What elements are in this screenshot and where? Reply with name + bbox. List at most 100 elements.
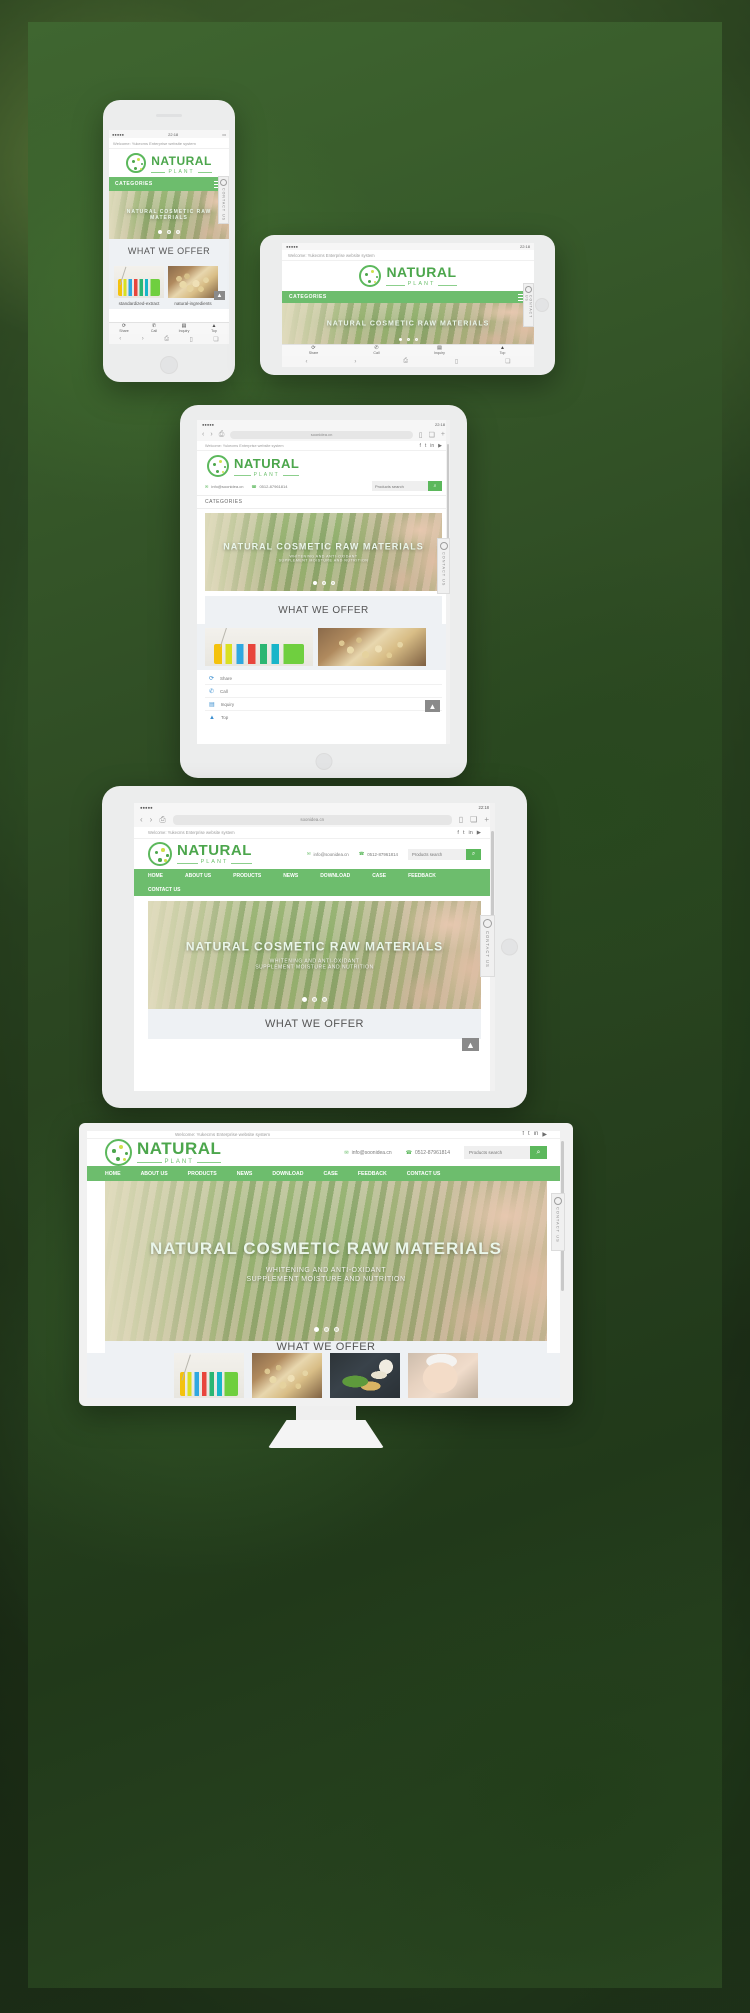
site-logo[interactable]: NATURAL PLANT xyxy=(126,152,212,175)
browser-bookmarks-icon[interactable]: ▯ xyxy=(419,431,423,439)
nav-item-feedback[interactable]: FEEDBACK xyxy=(358,1171,387,1177)
browser-share-icon[interactable]: ⎙ xyxy=(164,336,169,343)
app-toolbar-item-inquiry[interactable]: ▤ Inquiry xyxy=(169,323,199,334)
contact-email[interactable]: ✉ info@soonidea.cn xyxy=(307,851,349,857)
tablet-small-app-toolbar[interactable]: ⟳ Share ✆ Call ▤ Inquiry ▲ Top xyxy=(282,344,534,356)
product-thumb-1[interactable] xyxy=(252,1353,322,1398)
browser-back-icon[interactable]: ‹ xyxy=(202,431,204,438)
desktop-scrollbar[interactable] xyxy=(560,1131,565,1398)
tablet-large-home-button[interactable] xyxy=(501,938,518,956)
browser-forward-icon[interactable]: › xyxy=(150,815,153,824)
nav-item-products[interactable]: PRODUCTS xyxy=(188,1171,217,1177)
youtube-icon[interactable]: ▶ xyxy=(438,443,442,449)
browser-tabs-icon[interactable]: ❏ xyxy=(213,336,218,343)
tablet-portrait-home-button[interactable] xyxy=(315,753,332,770)
site-logo[interactable]: NATURAL PLANT xyxy=(359,264,456,288)
browser-bookmarks-icon[interactable]: ▯ xyxy=(459,815,463,824)
browser-bookmarks-icon[interactable]: ▯ xyxy=(455,358,458,365)
tablet-large-back-to-top[interactable]: ▲ xyxy=(462,1038,479,1051)
desktop-contact-side-tab[interactable]: CONTACT US xyxy=(551,1193,565,1251)
browser-share-icon[interactable]: ⎙ xyxy=(403,358,408,365)
tablet-small-safari-toolbar[interactable]: ‹ › ⎙ ▯ ❏ xyxy=(282,356,534,367)
twitter-icon[interactable]: t xyxy=(528,1131,530,1138)
product-thumb-0[interactable] xyxy=(114,266,164,298)
search-box[interactable]: ⌕ xyxy=(408,848,481,860)
nav-item-products[interactable]: PRODUCTS xyxy=(233,873,261,879)
browser-plus-icon[interactable]: + xyxy=(484,815,489,824)
app-toolbar-item-share[interactable]: ⟳ Share xyxy=(109,323,139,334)
phone-home-button[interactable] xyxy=(160,356,178,374)
tablet-large-browser-bar[interactable]: ‹ › ⎙ soonidea.cn ▯ ❏ + xyxy=(134,812,495,827)
site-logo[interactable]: NATURAL PLANT xyxy=(207,455,299,478)
phone-scrollbar[interactable] xyxy=(227,130,229,344)
phone-hero[interactable]: NATURAL COSMETIC RAW MATERIALS xyxy=(109,191,229,239)
nav-item-download[interactable]: DOWNLOAD xyxy=(320,873,350,879)
browser-url-bar[interactable]: soonidea.cn xyxy=(230,430,413,439)
tablet-portrait-back-to-top[interactable]: ▲ xyxy=(425,700,440,712)
nav-item-home[interactable]: HOME xyxy=(105,1171,121,1177)
nav-item-contact-us[interactable]: CONTACT US xyxy=(148,887,180,893)
browser-forward-icon[interactable]: › xyxy=(142,336,144,342)
browser-share-icon[interactable]: ⎙ xyxy=(159,815,165,825)
tablet-small-contact-side-tab[interactable]: CONTACT US xyxy=(523,283,534,327)
product-thumb-1[interactable] xyxy=(168,266,218,298)
phone-safari-toolbar[interactable]: ‹ › ⎙ ▯ ❏ xyxy=(109,334,229,344)
tablet-large-navbar[interactable]: HOME ABOUT US PRODUCTS NEWS DOWNLOAD CAS… xyxy=(134,869,495,883)
browser-tabs-icon[interactable]: ❏ xyxy=(429,431,435,439)
facebook-icon[interactable]: f xyxy=(457,830,459,836)
tablet-portrait-quick-links[interactable]: ⟳ Share ✆ Call ▤ Inquiry ▲ Top xyxy=(205,672,442,724)
phone-categories-bar[interactable]: CATEGORIES xyxy=(109,177,229,191)
nav-item-about-us[interactable]: ABOUT US xyxy=(185,873,211,879)
quick-link-inquiry[interactable]: ▤ Inquiry xyxy=(205,698,442,711)
phone-app-toolbar[interactable]: ⟳ Share ✆ Call ▤ Inquiry ▲ Top xyxy=(109,322,229,334)
app-toolbar-item-call[interactable]: ✆ Call xyxy=(139,323,169,334)
browser-back-icon[interactable]: ‹ xyxy=(140,815,143,824)
browser-tabs-icon[interactable]: ❏ xyxy=(470,815,477,824)
desktop-navbar[interactable]: HOME ABOUT US PRODUCTS NEWS DOWNLOAD CAS… xyxy=(87,1166,565,1181)
desktop-hero-dots[interactable] xyxy=(105,1327,547,1332)
tablet-portrait-categories-bar[interactable]: CATEGORIES xyxy=(197,495,450,509)
search-input[interactable] xyxy=(464,1146,530,1159)
tablet-small-categories-bar[interactable]: CATEGORIES xyxy=(282,291,534,303)
nav-item-about-us[interactable]: ABOUT US xyxy=(141,1171,168,1177)
site-logo[interactable]: NATURAL PLANT xyxy=(105,1139,221,1166)
browser-forward-icon[interactable]: › xyxy=(210,431,212,438)
app-toolbar-item-call[interactable]: ✆ Call xyxy=(345,345,408,356)
search-input[interactable] xyxy=(408,848,466,860)
search-icon[interactable]: ⌕ xyxy=(466,848,481,860)
browser-plus-icon[interactable]: + xyxy=(441,431,445,438)
browser-tabs-icon[interactable]: ❏ xyxy=(505,358,510,365)
app-toolbar-item-share[interactable]: ⟳ Share xyxy=(282,345,345,356)
contact-phone[interactable]: ☎ 0512-87961814 xyxy=(359,851,398,857)
nav-item-case[interactable]: CASE xyxy=(372,873,386,879)
facebook-icon[interactable]: f xyxy=(522,1131,524,1138)
linkedin-icon[interactable]: in xyxy=(430,443,434,449)
nav-item-feedback[interactable]: FEEDBACK xyxy=(408,873,436,879)
tablet-large-hero[interactable]: NATURAL COSMETIC RAW MATERIALS WHITENING… xyxy=(148,901,481,1009)
youtube-icon[interactable]: ▶ xyxy=(477,830,481,836)
tablet-large-navbar-row2[interactable]: CONTACT US xyxy=(134,883,495,896)
tablet-small-hero-dots[interactable] xyxy=(282,338,534,341)
search-icon[interactable]: ⌕ xyxy=(428,481,442,491)
tablet-portrait-contact-side-tab[interactable]: CONTACT US xyxy=(437,538,450,594)
nav-item-contact-us[interactable]: CONTACT US xyxy=(407,1171,441,1177)
browser-forward-icon[interactable]: › xyxy=(354,359,356,365)
nav-item-news[interactable]: NEWS xyxy=(237,1171,253,1177)
search-box[interactable]: ⌕ xyxy=(464,1146,547,1159)
facebook-icon[interactable]: f xyxy=(419,443,420,449)
phone-back-to-top[interactable]: ▲ xyxy=(214,291,225,300)
product-thumb-2[interactable] xyxy=(330,1353,400,1398)
app-toolbar-item-inquiry[interactable]: ▤ Inquiry xyxy=(408,345,471,356)
tablet-portrait-hero[interactable]: NATURAL COSMETIC RAW MATERIALS WHITENING… xyxy=(205,513,442,591)
browser-url-bar[interactable]: soonidea.cn xyxy=(172,814,452,825)
nav-item-download[interactable]: DOWNLOAD xyxy=(272,1171,303,1177)
product-thumb-0[interactable] xyxy=(174,1353,244,1398)
nav-item-home[interactable]: HOME xyxy=(148,873,163,879)
product-thumb-1[interactable] xyxy=(318,628,426,666)
tablet-portrait-browser-bar[interactable]: ‹ › ⎙ soonidea.cn ▯ ❏ + xyxy=(197,428,450,441)
quick-link-top[interactable]: ▲ Top xyxy=(205,711,442,724)
tablet-portrait-hero-dots[interactable] xyxy=(205,581,442,585)
app-toolbar-item-top[interactable]: ▲ Top xyxy=(471,345,534,356)
phone-contact-side-tab[interactable]: CONTACT US xyxy=(218,176,229,224)
tablet-large-hero-dots[interactable] xyxy=(148,997,481,1002)
